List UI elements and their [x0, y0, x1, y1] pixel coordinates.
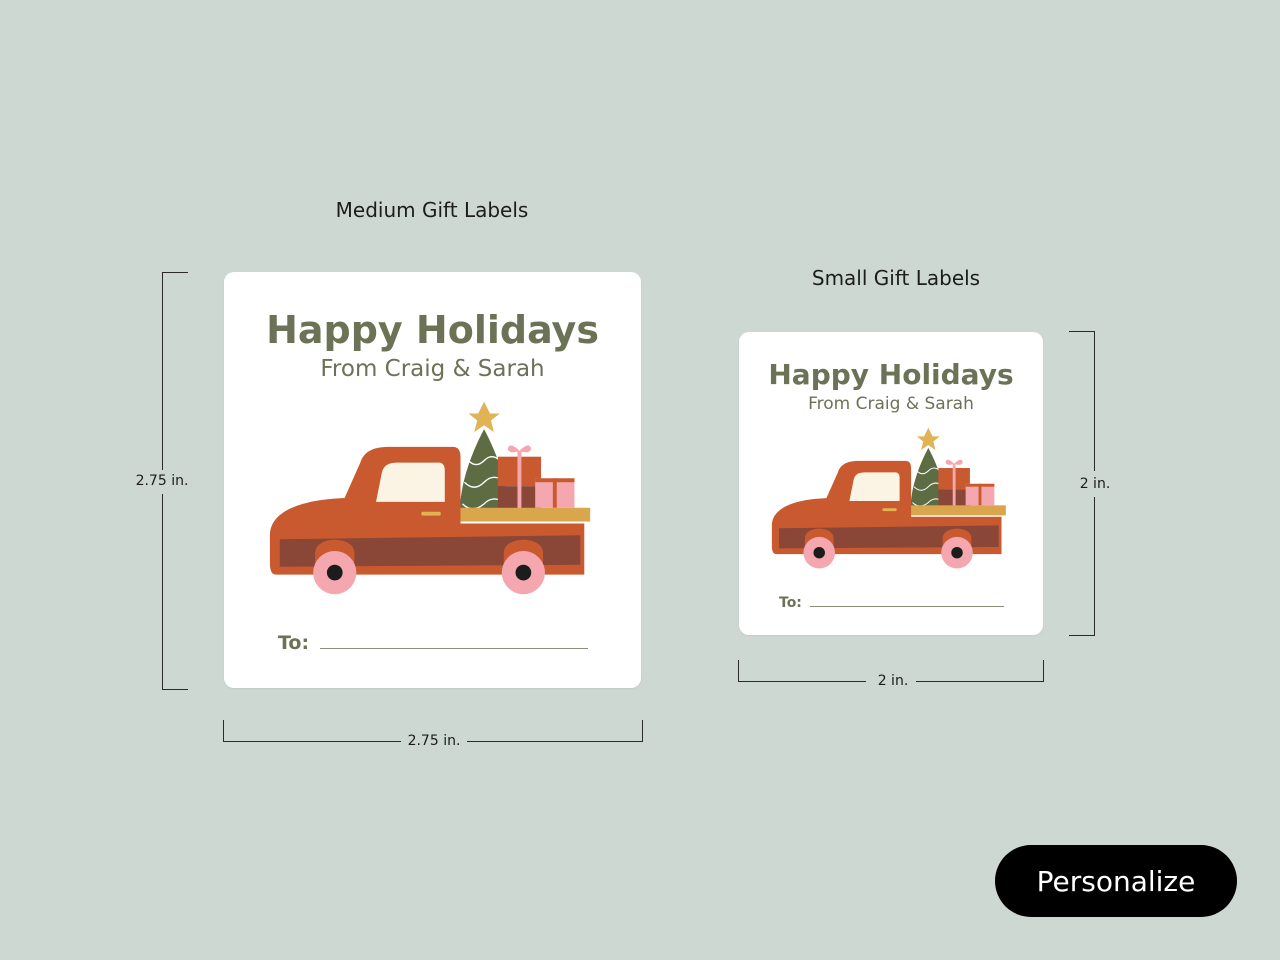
medium-labels-caption: Medium Gift Labels — [335, 198, 529, 222]
medium-greeting: Happy Holidays — [266, 308, 599, 352]
small-labels-caption: Small Gift Labels — [811, 266, 981, 290]
medium-to-label: To: — [278, 632, 310, 654]
small-from-line: From Craig & Sarah — [808, 394, 974, 414]
medium-gift-label-card: Happy Holidays From Craig & Sarah To: — [224, 272, 641, 688]
small-to-line — [810, 606, 1004, 607]
small-gift-label-card: Happy Holidays From Craig & Sarah To: — [739, 332, 1043, 635]
medium-from-line: From Craig & Sarah — [320, 356, 545, 382]
medium-to-line — [320, 648, 588, 649]
small-to-label: To: — [779, 595, 802, 611]
small-height-label: 2 in. — [1079, 476, 1111, 492]
medium-height-label: 2.75 in. — [135, 473, 189, 489]
small-greeting: Happy Holidays — [768, 358, 1014, 391]
medium-width-label: 2.75 in. — [407, 733, 461, 749]
pickup-truck-illustration — [771, 427, 1007, 569]
small-width-label: 2 in. — [877, 673, 909, 689]
personalize-button[interactable]: Personalize — [995, 845, 1237, 917]
pickup-truck-illustration — [269, 400, 591, 595]
